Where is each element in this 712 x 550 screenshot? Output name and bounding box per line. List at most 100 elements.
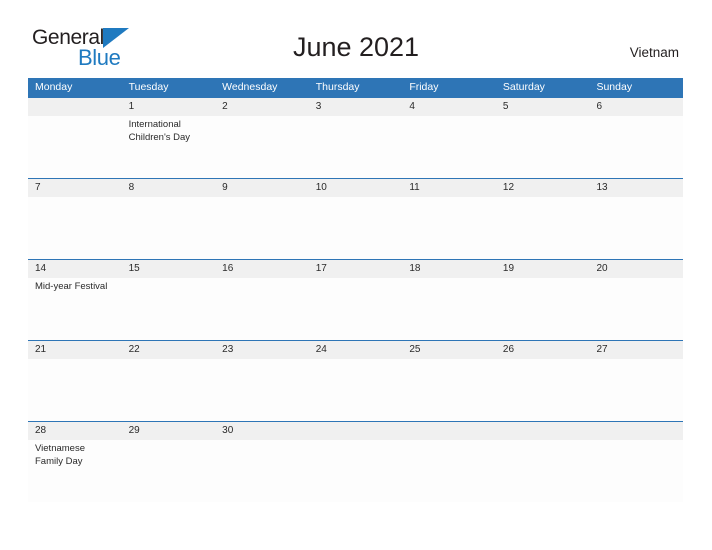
day-cell[interactable] (122, 440, 216, 502)
date-number[interactable]: 5 (496, 98, 590, 116)
day-cell[interactable] (215, 116, 309, 178)
week-row: 14 15 16 17 18 19 20 Mid-year Festival (28, 259, 683, 340)
day-cell[interactable] (402, 278, 496, 340)
day-cell[interactable] (309, 197, 403, 259)
date-number[interactable]: 18 (402, 260, 496, 278)
day-cell[interactable] (589, 440, 683, 502)
week-date-band: 21 22 23 24 25 26 27 (28, 340, 683, 359)
date-number[interactable]: 1 (122, 98, 216, 116)
week-row: 7 8 9 10 11 12 13 (28, 178, 683, 259)
day-cell[interactable] (122, 278, 216, 340)
date-number[interactable]: 14 (28, 260, 122, 278)
day-cell[interactable] (215, 278, 309, 340)
day-cell[interactable] (309, 359, 403, 421)
week-row: 28 29 30 Vietnamese Family Day (28, 421, 683, 502)
week-date-band: 7 8 9 10 11 12 13 (28, 178, 683, 197)
month-calendar: Monday Tuesday Wednesday Thursday Friday… (28, 78, 683, 502)
date-number[interactable]: 11 (402, 179, 496, 197)
week-row: 21 22 23 24 25 26 27 (28, 340, 683, 421)
date-number[interactable]: 6 (589, 98, 683, 116)
event-label: Mid-year Festival (35, 281, 108, 292)
date-number[interactable]: 30 (215, 422, 309, 440)
day-cell[interactable] (496, 116, 590, 178)
week-event-band (28, 359, 683, 421)
week-date-band: 1 2 3 4 5 6 (28, 97, 683, 116)
day-cell[interactable] (28, 359, 122, 421)
day-cell[interactable] (309, 440, 403, 502)
date-number[interactable]: 20 (589, 260, 683, 278)
dow-tuesday: Tuesday (128, 81, 169, 93)
date-number[interactable]: 28 (28, 422, 122, 440)
day-cell[interactable] (28, 116, 122, 178)
page-title: June 2021 (292, 32, 420, 62)
day-cell[interactable] (589, 359, 683, 421)
day-cell[interactable] (309, 116, 403, 178)
date-number[interactable]: 9 (215, 179, 309, 197)
date-number[interactable]: 12 (496, 179, 590, 197)
date-number[interactable]: 19 (496, 260, 590, 278)
event-label: International Children's Day (128, 119, 191, 143)
day-cell[interactable] (402, 440, 496, 502)
date-number[interactable]: 26 (496, 341, 590, 359)
date-number[interactable]: 24 (309, 341, 403, 359)
date-number[interactable]: 17 (309, 260, 403, 278)
date-number[interactable]: 29 (122, 422, 216, 440)
day-cell[interactable] (589, 278, 683, 340)
week-event-band: Mid-year Festival (28, 278, 683, 340)
page-header: General Blue June 2021 Vietnam (0, 0, 712, 69)
date-number[interactable]: 2 (215, 98, 309, 116)
dow-sunday: Sunday (596, 81, 633, 93)
date-number[interactable] (28, 98, 122, 116)
date-number[interactable] (402, 422, 496, 440)
dow-wednesday: Wednesday (222, 81, 278, 93)
day-cell[interactable] (122, 197, 216, 259)
dow-saturday: Saturday (502, 81, 545, 93)
day-cell[interactable] (122, 359, 216, 421)
day-cell[interactable] (402, 116, 496, 178)
date-number[interactable]: 21 (28, 341, 122, 359)
event-label: Vietnamese Family Day (35, 443, 85, 467)
region-label: Vietnam (629, 45, 679, 60)
day-cell[interactable]: Vietnamese Family Day (28, 440, 122, 502)
dow-thursday: Thursday (315, 81, 360, 93)
day-cell[interactable] (402, 359, 496, 421)
week-event-band: International Children's Day (28, 116, 683, 178)
date-number[interactable]: 13 (589, 179, 683, 197)
date-number[interactable]: 15 (122, 260, 216, 278)
day-cell[interactable] (496, 359, 590, 421)
day-cell[interactable] (496, 197, 590, 259)
day-cell[interactable] (589, 197, 683, 259)
week-date-band: 14 15 16 17 18 19 20 (28, 259, 683, 278)
date-number[interactable]: 22 (122, 341, 216, 359)
day-cell[interactable]: Mid-year Festival (28, 278, 122, 340)
date-number[interactable]: 4 (402, 98, 496, 116)
date-number[interactable]: 10 (309, 179, 403, 197)
day-cell[interactable] (28, 197, 122, 259)
day-cell[interactable]: International Children's Day (122, 116, 216, 178)
dow-monday: Monday (35, 81, 73, 93)
dow-friday: Friday (409, 81, 439, 93)
date-number[interactable] (496, 422, 590, 440)
day-cell[interactable] (215, 359, 309, 421)
date-number[interactable] (309, 422, 403, 440)
date-number[interactable]: 23 (215, 341, 309, 359)
week-event-band: Vietnamese Family Day (28, 440, 683, 502)
week-date-band: 28 29 30 (28, 421, 683, 440)
date-number[interactable]: 25 (402, 341, 496, 359)
day-cell[interactable] (496, 440, 590, 502)
day-cell[interactable] (309, 278, 403, 340)
date-number[interactable]: 3 (309, 98, 403, 116)
day-cell[interactable] (215, 197, 309, 259)
week-row: 1 2 3 4 5 6 International Children's Day (28, 97, 683, 178)
day-cell[interactable] (589, 116, 683, 178)
date-number[interactable]: 8 (122, 179, 216, 197)
date-number[interactable]: 27 (589, 341, 683, 359)
day-cell[interactable] (402, 197, 496, 259)
day-of-week-header-row: Monday Tuesday Wednesday Thursday Friday… (28, 78, 683, 97)
date-number[interactable]: 7 (28, 179, 122, 197)
date-number[interactable]: 16 (215, 260, 309, 278)
calendar-page: General Blue June 2021 Vietnam Monday Tu… (0, 0, 712, 550)
day-cell[interactable] (496, 278, 590, 340)
date-number[interactable] (589, 422, 683, 440)
day-cell[interactable] (215, 440, 309, 502)
